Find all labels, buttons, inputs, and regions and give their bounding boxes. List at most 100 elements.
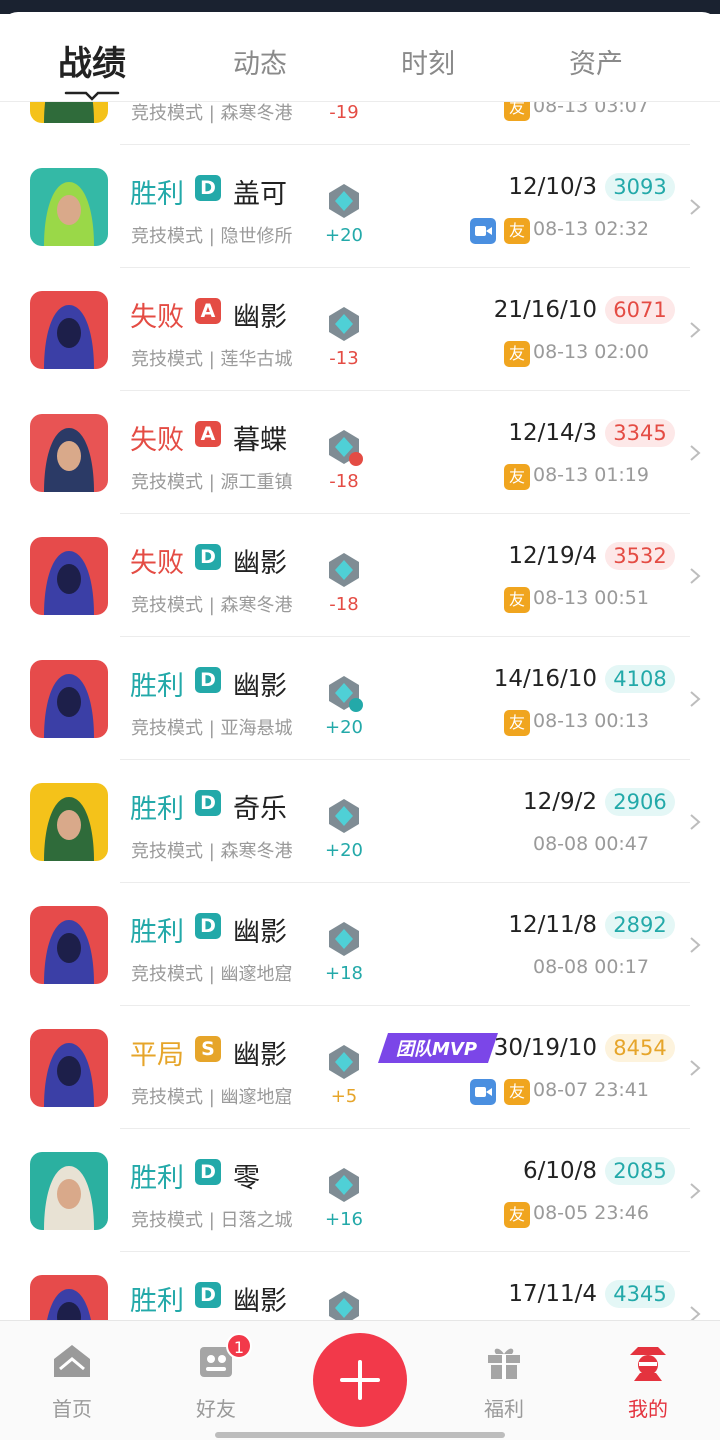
rank-icon (325, 920, 363, 958)
match-date: 08-08 00:17 (532, 956, 649, 978)
grade-badge: D (195, 175, 221, 201)
match-row[interactable]: 胜利 D 奇乐 竞技模式 | 森寒冬港 +20 12/9/2 2906 08-08 00:47 (0, 760, 720, 883)
app-root: 失败A奇乐竞技模式 | 森寒冬港-1911/16/4315608-13 03:0… (0, 0, 720, 1440)
gift-icon (488, 1348, 520, 1379)
kda-text: 21/16/10 (493, 297, 597, 323)
agent-name: 暮蝶 (233, 425, 287, 456)
kda-text: 6/10/8 (522, 1158, 597, 1184)
match-result: 胜利 (130, 917, 184, 948)
match-row[interactable]: 胜利 D 幽影 竞技模式 | 亚海悬城 +20 14/16/10 4108 08-13 00:… (0, 637, 720, 760)
combat-score: 2085 (605, 1157, 675, 1185)
killjoy-icon (30, 783, 108, 861)
omen-icon (30, 660, 108, 738)
omen-icon (30, 1029, 108, 1107)
combat-score: 8454 (605, 1034, 675, 1062)
chevron-right-icon[interactable] (688, 812, 702, 832)
team-mvp-label: 团队MVP (396, 1039, 478, 1060)
combat-score: 2892 (605, 911, 675, 939)
match-row[interactable]: 胜利 D 零竞技模式 | 日落之城 +16 6/10/8 2085 08-05 23:46 友 (0, 1129, 720, 1252)
match-mode-map: 竞技模式 | 幽邃地窟 (131, 964, 293, 985)
friends-badge: 1 (226, 1333, 252, 1359)
match-date: 08-13 00:51 (532, 587, 649, 609)
match-row[interactable]: 失败 A 幽影 竞技模式 | 莲华古城 -13 21/16/10 6071 08-13 02:… (0, 268, 720, 391)
match-result: 胜利 (130, 1163, 184, 1194)
combat-score: 3345 (605, 419, 675, 447)
match-row[interactable]: 平局 S 幽影 竞技模式 | 幽邃地窟 +5 团队MVP 30/19/10 8454 08-07… (0, 1006, 720, 1129)
bottom-nav: 首页 1 好友 福利 我的 (0, 1320, 720, 1440)
friend-tag: 友 (504, 464, 530, 490)
tab-record[interactable]: 战绩 (8, 36, 176, 85)
friend-tag: 友 (504, 218, 530, 244)
nav-benefits[interactable]: 福利 (454, 1339, 554, 1422)
agent-name: 幽影 (233, 917, 287, 948)
tab-moments[interactable]: 动态 (176, 42, 344, 81)
match-result: 失败 (130, 548, 184, 579)
match-date: 08-07 23:41 (532, 1079, 649, 1101)
match-mode-map: 竞技模式 | 森寒冬港 (131, 595, 293, 616)
combat-score: 3532 (605, 542, 675, 570)
combat-score: 6071 (605, 296, 675, 324)
chevron-right-icon[interactable] (688, 197, 702, 217)
kda-text: 12/14/3 (508, 420, 597, 446)
chevron-right-icon[interactable] (688, 935, 702, 955)
match-row[interactable]: 失败 A 暮蝶 竞技模式 | 源工重镇 -18 12/14/3 3345 08-13 01:1… (0, 391, 720, 514)
chevron-right-icon[interactable] (688, 1058, 702, 1078)
friend-tag: 友 (504, 341, 530, 367)
home-icon (54, 1345, 90, 1377)
chevron-right-icon[interactable] (688, 1181, 702, 1201)
kda-text: 14/16/10 (493, 666, 597, 692)
match-result: 失败 (130, 302, 184, 333)
match-row[interactable]: 胜利 D 盖可 竞技模式 | 隐世修所 +20 12/10/3 3093 08-13 02:3… (0, 145, 720, 268)
match-date: 08-05 23:46 (532, 1202, 649, 1224)
tab-assets[interactable]: 资产 (512, 42, 680, 81)
match-result: 胜利 (130, 794, 184, 825)
chevron-right-icon[interactable] (688, 566, 702, 586)
chevron-right-icon[interactable] (688, 689, 702, 709)
nav-friends[interactable]: 1 好友 (166, 1333, 266, 1422)
match-mode-map: 竞技模式 | 源工重镇 (131, 472, 293, 493)
home-indicator (215, 1432, 505, 1438)
match-result: 胜利 (130, 671, 184, 702)
rank-icon (325, 305, 363, 343)
kda-text: 12/10/3 (508, 174, 597, 200)
match-date: 08-08 00:47 (532, 833, 649, 855)
nav-friends-label: 好友 (196, 1397, 236, 1421)
kda-text: 12/9/2 (522, 789, 597, 815)
video-icon[interactable] (470, 1079, 496, 1105)
rank-icon (325, 551, 363, 589)
grade-badge: S (195, 1036, 221, 1062)
grade-badge: D (195, 667, 221, 693)
agent-name: 奇乐 (233, 794, 287, 825)
match-row[interactable]: 失败 D 幽影 竞技模式 | 森寒冬港 -18 12/19/4 3532 08-13 00:5… (0, 514, 720, 637)
rank-icon (325, 428, 363, 466)
agent-name: 幽影 (233, 302, 287, 333)
match-date: 08-13 01:19 (532, 464, 649, 486)
combat-score: 2906 (605, 788, 675, 816)
video-icon[interactable] (470, 218, 496, 244)
friend-tag: 友 (504, 1079, 530, 1105)
rank-icon (325, 1043, 363, 1081)
rank-delta: -18 (329, 594, 359, 615)
omen-icon (30, 906, 108, 984)
match-row[interactable]: 胜利 D 幽影 竞技模式 | 幽邃地窟 +18 12/11/8 2892 08-08 00:1… (0, 883, 720, 1006)
agent-name: 幽影 (233, 671, 287, 702)
agent-name: 零 (233, 1163, 260, 1194)
nav-profile[interactable]: 我的 (598, 1339, 698, 1422)
rank-delta: -18 (329, 471, 359, 492)
plus-icon (340, 1360, 380, 1400)
kda-text: 17/11/4 (508, 1281, 597, 1307)
rank-icon (325, 797, 363, 835)
profile-icon (630, 1347, 666, 1381)
match-result: 胜利 (130, 179, 184, 210)
team-mvp-badge: 团队MVP (378, 1031, 498, 1065)
chevron-right-icon[interactable] (688, 320, 702, 340)
tab-highlights[interactable]: 时刻 (344, 42, 512, 81)
chevron-right-icon[interactable] (688, 443, 702, 463)
rank-icon (325, 182, 363, 220)
add-button[interactable] (313, 1333, 407, 1427)
nav-home[interactable]: 首页 (22, 1339, 122, 1422)
tab-indicator-icon (64, 91, 120, 101)
match-date: 08-13 02:32 (532, 218, 649, 240)
cypher-icon (30, 1152, 108, 1230)
match-mode-map: 竞技模式 | 莲华古城 (131, 349, 293, 370)
